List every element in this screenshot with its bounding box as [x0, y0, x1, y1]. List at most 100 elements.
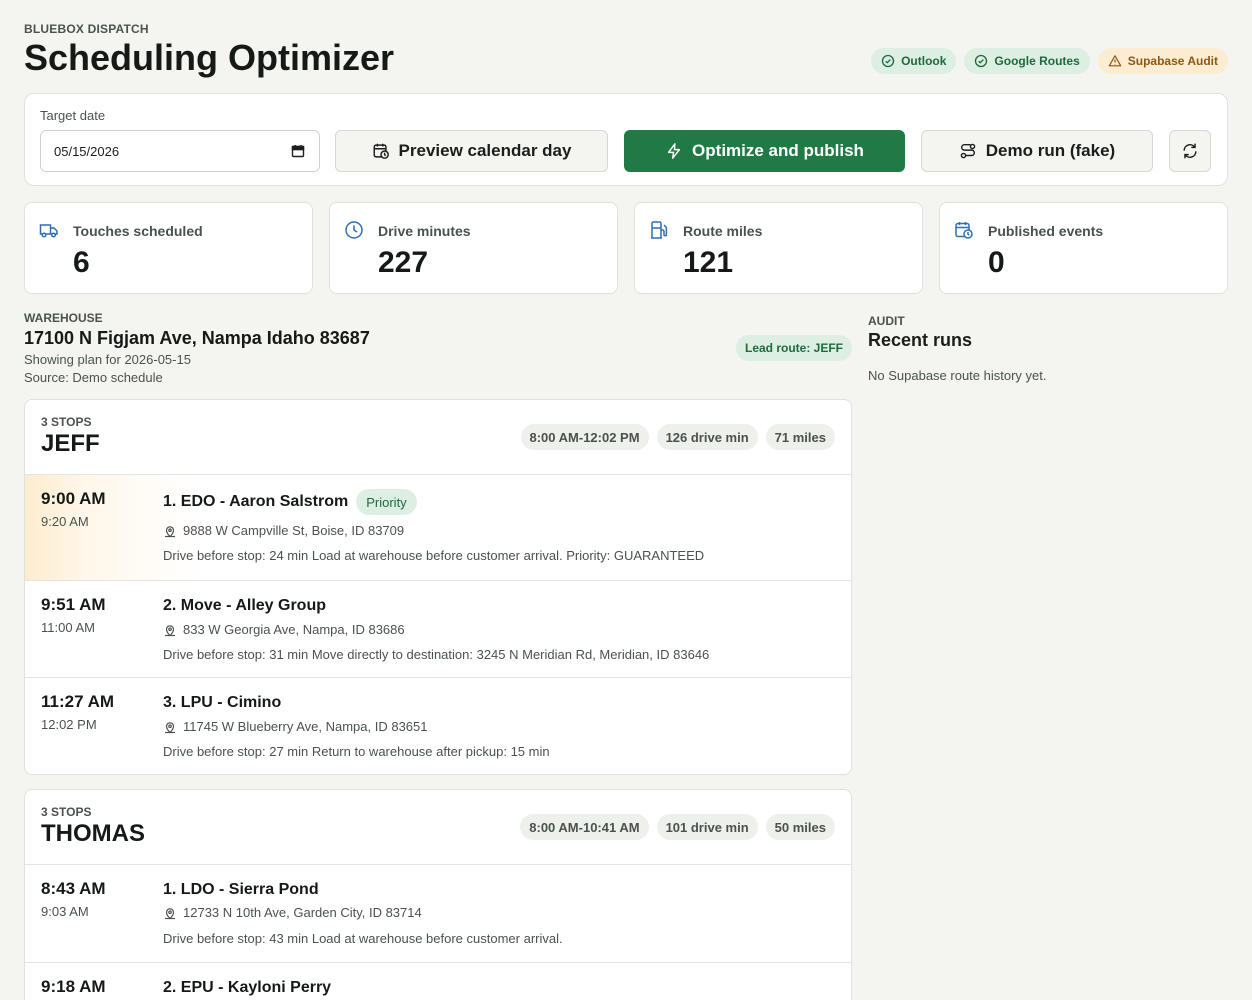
route-summary-pills: 8:00 AM-12:02 PM 126 drive min 71 miles [520, 424, 835, 450]
plan-source: Source: Demo schedule [24, 370, 163, 385]
route-card-jeff: 3 STOPS JEFF 8:00 AM-12:02 PM 126 drive … [24, 399, 852, 775]
priority-badge: Priority [356, 489, 417, 515]
refresh-button[interactable] [1169, 130, 1211, 172]
route-window-pill: 8:00 AM-12:02 PM [520, 424, 649, 450]
warehouse-address: 17100 N Figjam Ave, Nampa Idaho 83687 [24, 328, 370, 348]
preview-calendar-day-button[interactable]: Preview calendar day [335, 130, 608, 172]
stop-start-time: 11:27 AM [41, 692, 115, 711]
stop-address: 12733 N 10th Ave, Garden City, ID 83714 [163, 905, 422, 920]
route-drive-pill: 101 drive min [656, 814, 758, 840]
target-date-label: Target date [40, 108, 106, 123]
optimize-and-publish-button[interactable]: Optimize and publish [624, 130, 905, 172]
stop-title: 1. LDO - Sierra Pond [163, 881, 319, 899]
stop-title: 1. EDO - Aaron Salstrom Priority [163, 489, 417, 515]
stop-address: 9888 W Campville St, Boise, ID 83709 [163, 523, 404, 538]
stop-title: 2. Move - Alley Group [163, 597, 326, 615]
stat-value: 0 [988, 246, 1005, 279]
lightning-icon [667, 143, 681, 159]
button-label: Preview calendar day [398, 141, 572, 160]
stop-title: 3. LPU - Cimino [163, 694, 281, 712]
stat-published-events: Published events 0 [939, 202, 1228, 294]
lead-route-badge: Lead route: JEFF [735, 335, 852, 361]
calendar-clock-icon [373, 143, 389, 159]
route-miles-pill: 71 miles [765, 424, 835, 450]
route-icon [960, 143, 976, 159]
stop-title: 2. EPU - Kayloni Perry [163, 979, 331, 997]
app-eyebrow: BLUEBOX DISPATCH [24, 22, 149, 36]
stop-address-text: 12733 N 10th Ave, Garden City, ID 83714 [183, 905, 422, 920]
page-header: BLUEBOX DISPATCH Scheduling Optimizer Ou… [24, 22, 1228, 78]
stat-label: Drive minutes [378, 223, 471, 239]
route-driver-name: JEFF [41, 430, 100, 457]
calendar-clock-icon [955, 222, 973, 239]
stop-row[interactable]: 8:43 AM 9:03 AM 1. LDO - Sierra Pond 127… [25, 865, 851, 963]
stop-title-text: 2. EPU - Kayloni Perry [163, 979, 332, 996]
map-pin-icon [165, 525, 175, 537]
route-header: 3 STOPS JEFF 8:00 AM-12:02 PM 126 drive … [25, 400, 851, 475]
clock-icon [345, 221, 363, 239]
stat-label: Route miles [683, 223, 763, 239]
refresh-icon [1183, 143, 1197, 159]
stop-note: Drive before stop: 31 min Move directly … [163, 647, 710, 662]
audit-section: AUDIT Recent runs No Supabase route hist… [868, 314, 1228, 383]
stop-start-time: 9:51 AM [41, 595, 106, 614]
stop-row[interactable]: 9:18 AM 2. EPU - Kayloni Perry [25, 963, 851, 1000]
route-driver-name: THOMAS [41, 820, 145, 847]
date-value: 05/15/2026 [54, 143, 120, 159]
stat-value: 6 [73, 246, 90, 279]
stop-row[interactable]: 9:51 AM 11:00 AM 2. Move - Alley Group 8… [25, 581, 851, 678]
stop-address: 11745 W Blueberry Ave, Nampa, ID 83651 [163, 719, 428, 734]
check-circle-icon [881, 54, 895, 68]
map-pin-icon [165, 721, 175, 733]
map-pin-icon [165, 624, 175, 636]
calendar-icon[interactable] [291, 144, 305, 158]
route-card-thomas: 3 STOPS THOMAS 8:00 AM-10:41 AM 101 driv… [24, 789, 852, 1000]
stop-title-text: 3. LPU - Cimino [163, 694, 282, 711]
badge-label: Supabase Audit [1127, 54, 1218, 68]
route-window-pill: 8:00 AM-10:41 AM [520, 814, 649, 840]
stop-start-time: 9:00 AM [41, 489, 106, 508]
stat-value: 227 [378, 246, 429, 279]
stat-value: 121 [683, 246, 734, 279]
route-stop-count: 3 STOPS [41, 415, 92, 429]
route-miles-pill: 50 miles [765, 814, 835, 840]
route-drive-pill: 126 drive min [656, 424, 758, 450]
badge-label: Outlook [901, 54, 947, 68]
plan-date: Showing plan for 2026-05-15 [24, 352, 191, 367]
outlook-status-badge: Outlook [871, 48, 957, 74]
stat-touches-scheduled: Touches scheduled 6 [24, 202, 313, 294]
stop-note: Drive before stop: 43 min Load at wareho… [163, 931, 563, 946]
route-stop-count: 3 STOPS [41, 805, 92, 819]
stop-address-text: 9888 W Campville St, Boise, ID 83709 [183, 523, 405, 538]
stop-note: Drive before stop: 24 min Load at wareho… [163, 548, 705, 563]
demo-run-button[interactable]: Demo run (fake) [921, 130, 1153, 172]
badge-label: Google Routes [994, 54, 1080, 68]
route-summary-pills: 8:00 AM-10:41 AM 101 drive min 50 miles [520, 814, 835, 840]
button-label: Demo run (fake) [985, 141, 1116, 160]
google-routes-status-badge: Google Routes [964, 48, 1090, 74]
target-date-input[interactable]: 05/15/2026 [40, 130, 320, 172]
audit-title: Recent runs [868, 330, 973, 350]
stop-end-time: 9:20 AM [41, 514, 89, 529]
truck-icon [39, 224, 58, 238]
stop-address-text: 833 W Georgia Ave, Nampa, ID 83686 [183, 622, 405, 637]
controls-panel: Target date 05/15/2026 Preview calendar … [24, 93, 1228, 186]
audit-empty-state: No Supabase route history yet. [868, 368, 1047, 383]
map-pin-icon [165, 907, 175, 919]
integration-badges: Outlook Google Routes Supabase Audit [871, 48, 1228, 74]
check-circle-icon [975, 54, 988, 68]
warehouse-section: WAREHOUSE 17100 N Figjam Ave, Nampa Idah… [24, 311, 852, 385]
stat-route-miles: Route miles 121 [634, 202, 923, 294]
button-label: Optimize and publish [692, 141, 864, 160]
stop-address: 833 W Georgia Ave, Nampa, ID 83686 [163, 622, 405, 637]
stop-title-text: 1. EDO - Aaron Salstrom [163, 493, 349, 510]
stop-end-time: 12:02 PM [41, 717, 97, 732]
stop-title-text: 2. Move - Alley Group [163, 597, 326, 614]
stop-row[interactable]: 9:00 AM 9:20 AM 1. EDO - Aaron Salstrom … [25, 475, 851, 581]
audit-eyebrow: AUDIT [868, 314, 905, 328]
stop-row[interactable]: 11:27 AM 12:02 PM 3. LPU - Cimino 11745 … [25, 678, 851, 774]
stop-title-text: 1. LDO - Sierra Pond [163, 881, 319, 898]
stop-start-time: 8:43 AM [41, 879, 106, 898]
stop-address-text: 11745 W Blueberry Ave, Nampa, ID 83651 [183, 719, 428, 734]
route-header: 3 STOPS THOMAS 8:00 AM-10:41 AM 101 driv… [25, 790, 851, 865]
